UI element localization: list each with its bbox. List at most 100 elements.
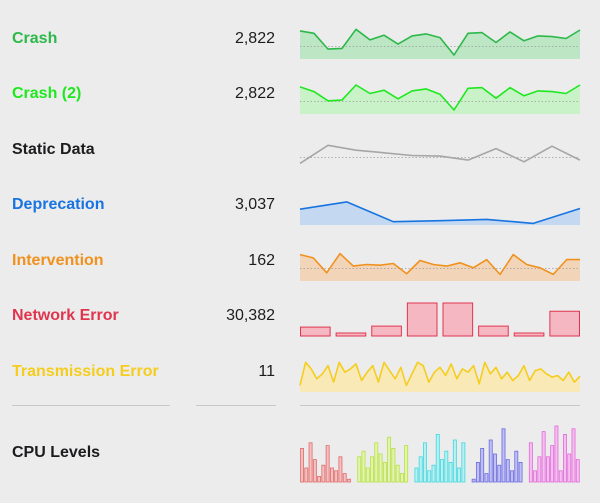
cpu-bar-mark	[518, 462, 523, 483]
cpu-bar-mark	[493, 453, 497, 483]
label-column-divider	[12, 405, 170, 406]
cpu-bar-mark	[488, 439, 493, 483]
cpu-bar-mark	[440, 459, 444, 483]
cpu-bar-mark	[545, 456, 550, 483]
cpu-bar-mark	[444, 450, 449, 483]
cpu-bar-mark	[575, 459, 580, 483]
metric-row-crash[interactable]: Crash 2,822	[0, 12, 600, 66]
sparkline-chart	[299, 84, 581, 114]
cpu-bar-mark	[342, 473, 347, 483]
bar-mark	[442, 302, 474, 337]
metric-label: Static Data	[12, 141, 95, 158]
metric-value: 2,822	[234, 30, 275, 47]
cpu-bar-mark	[571, 428, 576, 483]
cpu-bar-mark	[391, 447, 396, 483]
metric-value: 162	[248, 252, 275, 269]
metric-row-cpu-levels[interactable]: CPU Levels	[0, 425, 600, 483]
cpu-bar-mark	[338, 456, 343, 483]
sparkline-chart	[299, 252, 580, 281]
cpu-bar-mark	[484, 473, 489, 483]
bar-mark	[513, 332, 545, 337]
cpu-bar-mark	[558, 470, 563, 483]
cpu-bar-mark	[357, 456, 362, 483]
cpu-bar-mark	[399, 473, 404, 483]
metric-row-transmission-error[interactable]: Transmission Error 11	[0, 345, 600, 399]
sparkline-chart	[299, 201, 581, 225]
cpu-bar-mark	[461, 442, 466, 483]
cpu-bar-mark	[312, 459, 317, 483]
cpu-bar-mark	[347, 478, 351, 483]
sparkline-chart	[299, 144, 581, 165]
cpu-bar-mark	[378, 453, 383, 483]
cpu-bar-mark	[300, 447, 304, 483]
cpu-bar-mark	[505, 459, 510, 483]
cpu-bar-mark	[480, 447, 485, 483]
metric-row-static-data[interactable]: Static Data	[0, 123, 600, 177]
cpu-bar-mark	[329, 467, 334, 483]
metric-value: 3,037	[234, 196, 275, 213]
cpu-bar-mark	[423, 442, 427, 483]
cpu-bar-mark	[395, 464, 400, 483]
cpu-bar-mark	[457, 467, 462, 483]
cpu-bar-mark	[471, 478, 476, 483]
metric-label: CPU Levels	[12, 444, 101, 461]
cpu-bar-mark	[374, 442, 379, 483]
area-fill	[300, 29, 580, 59]
cpu-bar-mark	[541, 431, 546, 483]
cpu-levels-chart	[300, 425, 580, 483]
cpu-bar-mark	[321, 464, 326, 483]
cpu-bar-mark	[537, 456, 542, 483]
metric-label: Deprecation	[12, 196, 105, 213]
metric-label: Intervention	[12, 252, 104, 269]
metric-label: Crash	[12, 30, 58, 47]
cpu-bar-mark	[317, 476, 322, 483]
bar-mark	[478, 325, 509, 337]
metric-label: Transmission Error	[12, 363, 159, 380]
cpu-bar-mark	[361, 450, 366, 483]
cpu-bar-mark	[414, 467, 419, 483]
metric-row-intervention[interactable]: Intervention 162	[0, 234, 600, 288]
metric-row-crash-2[interactable]: Crash (2) 2,822	[0, 67, 600, 121]
cpu-bar-mark	[510, 470, 514, 483]
cpu-bar-mark	[533, 470, 538, 483]
cpu-bar-mark	[382, 462, 387, 483]
cpu-bar-mark	[431, 464, 436, 483]
cpu-bar-mark	[370, 456, 374, 483]
cpu-bar-mark	[514, 450, 519, 483]
cpu-bar-mark	[334, 470, 339, 483]
cpu-bar-mark	[418, 456, 423, 483]
cpu-bar-mark	[554, 425, 559, 483]
bar-mark	[406, 302, 438, 337]
value-column-divider	[196, 405, 276, 406]
cpu-bar-mark	[308, 442, 313, 483]
sparkline-chart	[299, 361, 581, 392]
sparkline-chart	[300, 302, 580, 337]
cpu-bar-mark	[365, 467, 370, 483]
metric-row-deprecation[interactable]: Deprecation 3,037	[0, 178, 600, 232]
cpu-bar-mark	[563, 433, 567, 483]
cpu-bar-mark	[435, 433, 440, 483]
metric-label: Network Error	[12, 307, 119, 324]
metric-value: 2,822	[234, 85, 275, 102]
cpu-bar-mark	[387, 436, 392, 483]
cpu-bar-mark	[501, 428, 506, 483]
metric-row-network-error[interactable]: Network Error 30,382	[0, 289, 600, 343]
chart-column-divider	[300, 405, 580, 406]
metric-value: 11	[258, 363, 275, 380]
bar-mark	[335, 332, 367, 337]
cpu-bar-mark	[475, 462, 480, 483]
bar-mark	[371, 325, 402, 337]
metric-label: Crash (2)	[12, 85, 82, 102]
cpu-bar-mark	[304, 467, 309, 483]
cpu-bar-mark	[497, 464, 502, 483]
series-line	[299, 144, 581, 165]
cpu-bar-mark	[567, 453, 572, 483]
cpu-bar-mark	[325, 445, 330, 483]
cpu-bar-mark	[404, 445, 409, 483]
bar-mark	[549, 310, 580, 337]
cpu-bar-mark	[427, 470, 432, 483]
cpu-bar-mark	[550, 445, 555, 483]
bar-mark	[300, 326, 331, 337]
metric-value: 30,382	[226, 307, 275, 324]
cpu-bar-mark	[528, 442, 533, 483]
